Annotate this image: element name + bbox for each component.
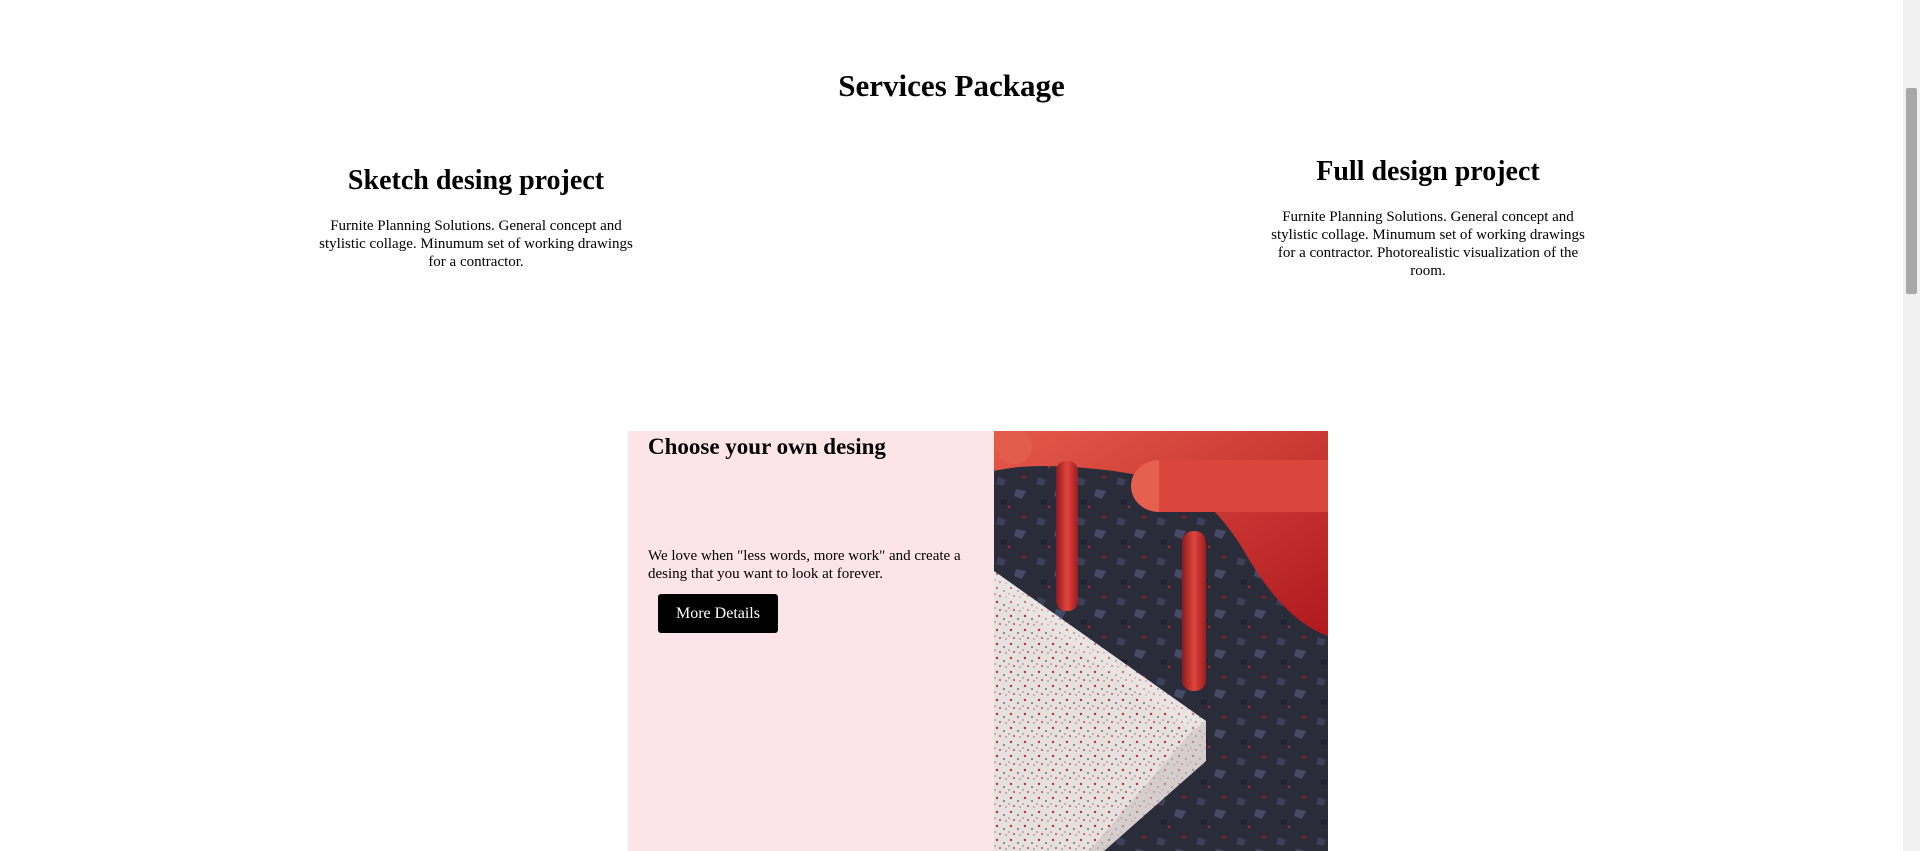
package-description: Furnite Planning Solutions. General conc… (319, 218, 633, 270)
feature-text-panel: Choose your own desing We love when "les… (628, 431, 994, 851)
feature-image (994, 431, 1328, 851)
feature-title: Choose your own desing (648, 434, 886, 459)
more-details-button[interactable]: More Details (658, 594, 778, 633)
package-card-sketch: Sketch desing project Furnite Planning S… (311, 165, 641, 271)
furniture-photo (994, 431, 1328, 851)
package-title: Full design project (1316, 156, 1540, 187)
page: Services Package Sketch desing project F… (0, 0, 1920, 851)
scrollbar[interactable] (1903, 0, 1920, 851)
package-description: Furnite Planning Solutions. General conc… (1271, 209, 1585, 279)
section-title: Services Package (838, 68, 1065, 103)
package-card-full: Full design project Furnite Planning Sol… (1263, 156, 1593, 280)
package-title: Sketch desing project (347, 165, 605, 196)
scrollbar-thumb[interactable] (1906, 88, 1917, 294)
feature-section: Choose your own desing We love when "les… (628, 431, 1328, 851)
feature-description: We love when "less words, more work" and… (648, 548, 961, 582)
